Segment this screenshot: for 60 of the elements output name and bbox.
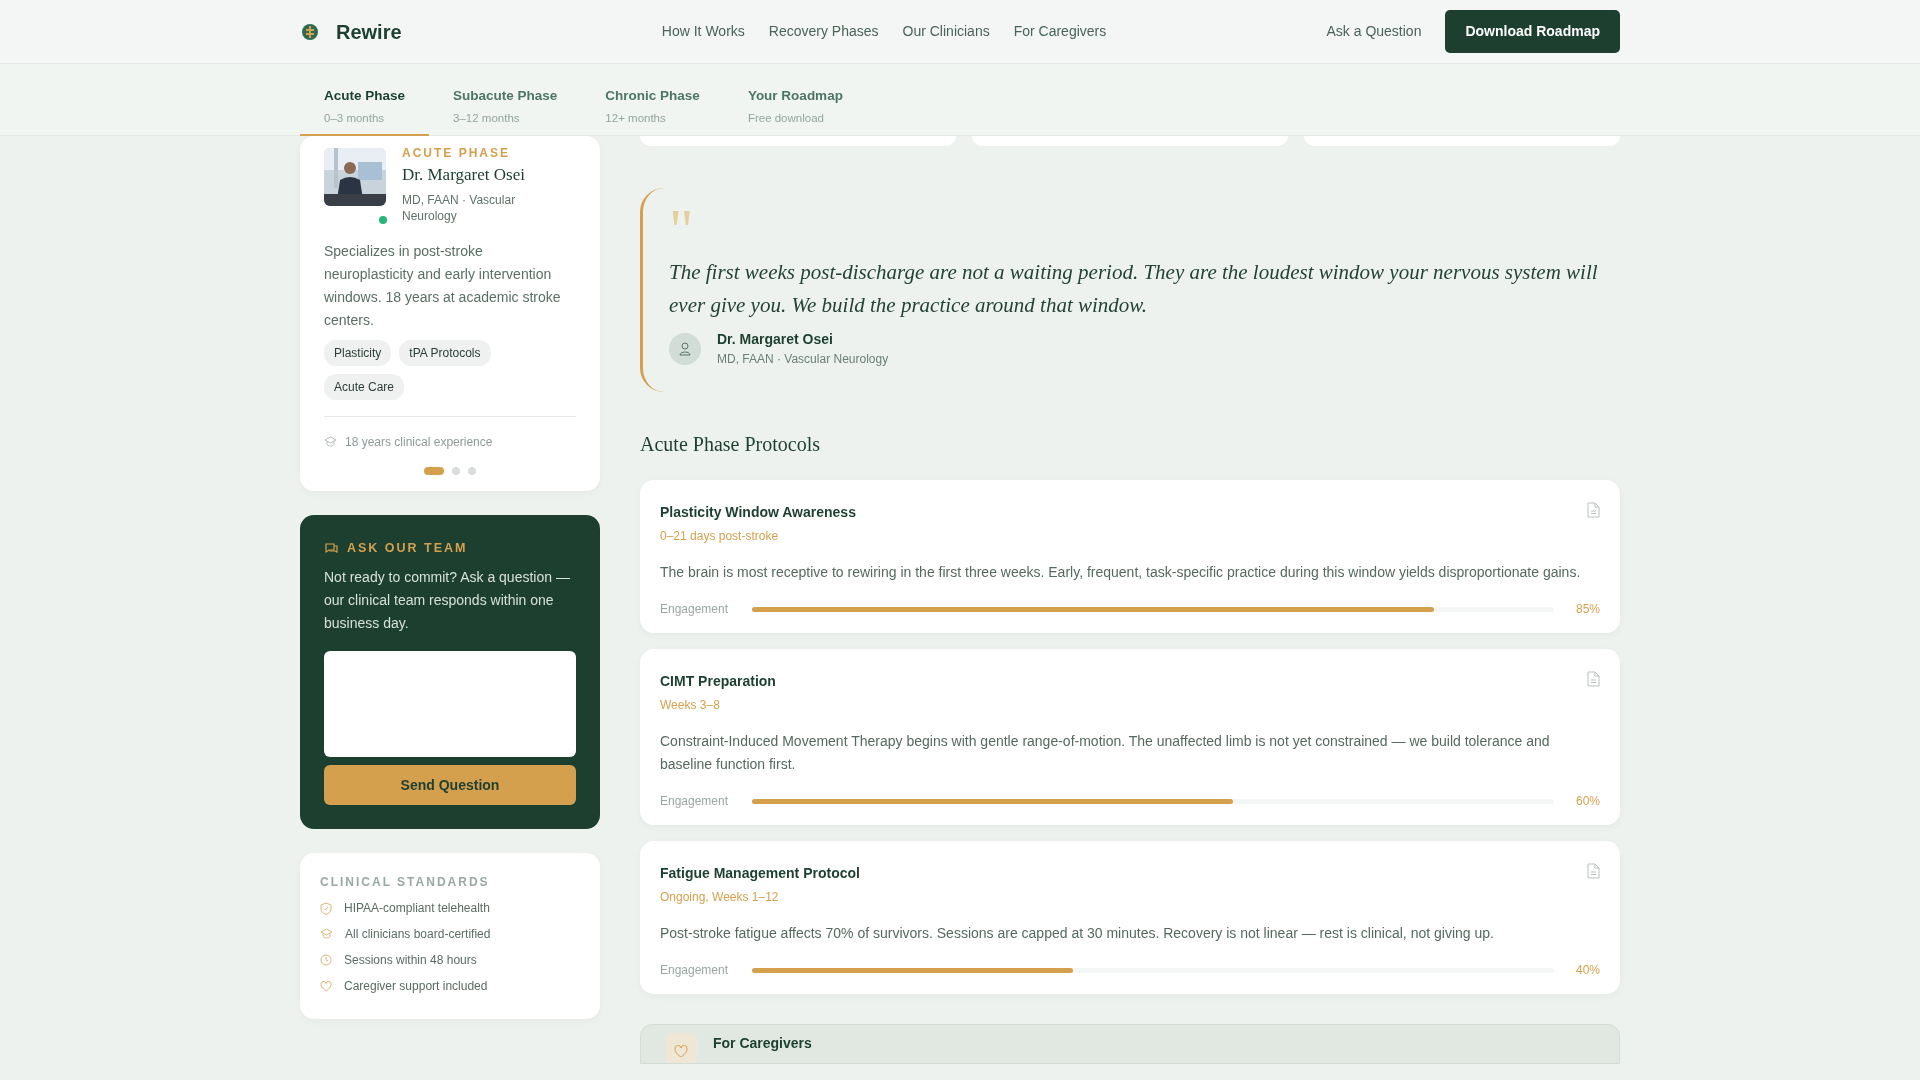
graduation-cap-icon (324, 436, 337, 449)
experience-text: 18 years clinical experience (345, 434, 493, 452)
protocol-title: Plasticity Window Awareness (660, 503, 856, 523)
standard-item: All clinicians board-certified (345, 926, 491, 944)
shield-icon (320, 901, 332, 915)
standard-item: Caregiver support included (344, 978, 488, 996)
metric-label: Engagement (660, 601, 730, 619)
standards-title: CLINICAL STANDARDS (320, 874, 491, 892)
nav-link[interactable]: For Caregivers (1013, 21, 1107, 42)
heart-icon (320, 980, 332, 992)
specialty-tag: Acute Care (324, 374, 405, 401)
graduation-cap-icon (320, 928, 333, 941)
ask-link[interactable]: Ask a Question (1326, 21, 1422, 42)
section-heading: Acute Phase Protocols (640, 432, 821, 457)
nav-link[interactable]: How It Works (661, 21, 745, 42)
progress-reading: 40% (1575, 962, 1600, 980)
protocol-title: CIMT Preparation (660, 672, 776, 692)
document-icon[interactable] (1587, 502, 1600, 519)
brand-logo[interactable]: Rewire (336, 16, 402, 47)
quote-text: The first weeks post-discharge are not a waiting period. They are the loudest window your nervous system will ever give you. We build the practice around that window. (669, 259, 1599, 319)
standard-item: Sessions within 48 hours (344, 952, 477, 970)
ask-title: ASK OUR TEAM (347, 540, 468, 558)
protocol-description: The brain is most receptive to rewiring in the first three weeks. Early, frequent, task-specific practice during this window yields disproportionate gains. (660, 563, 1582, 583)
question-field[interactable] (324, 651, 576, 758)
progress-reading: 60% (1575, 793, 1600, 811)
phase-tab[interactable]: Chronic Phase 12+ months (581, 64, 724, 136)
clock-icon (320, 954, 332, 967)
send-question-button[interactable]: Send Question (324, 765, 576, 806)
quote-mark: " (669, 200, 695, 240)
metric-label: Engagement (660, 962, 730, 980)
phase-tab[interactable]: Your Roadmap Free download (723, 64, 867, 136)
protocol-title: Fatigue Management Protocol (660, 864, 860, 884)
quote-role: MD, FAAN · Vascular Neurology (717, 351, 889, 369)
standard-item: HIPAA-compliant telehealth (344, 900, 490, 918)
quote-author: Dr. Margaret Osei (717, 330, 834, 350)
nav-link[interactable]: Our Clinicians (902, 21, 990, 42)
ask-description: Not ready to commit? Ask a question — our clinical team responds within one business day. (324, 568, 571, 634)
chat-icon (324, 541, 339, 556)
phase-label: ACUTE PHASE (402, 145, 511, 162)
document-icon[interactable] (1587, 863, 1600, 880)
metric-label: Engagement (660, 793, 730, 811)
clinician-credentials: MD, FAAN · Vascular Neurology (402, 191, 517, 224)
protocol-description: Constraint-Induced Movement Therapy begins with gentle range-of-motion. The unaffected limb is not yet constrained — we build tolerance and baseline function first. (660, 732, 1551, 775)
progress-reading: 85% (1575, 601, 1600, 619)
download-button[interactable]: Download Roadmap (1445, 10, 1620, 53)
protocol-timing: 0–21 days post-stroke (660, 528, 780, 546)
protocol-description: Post-stroke fatigue affects 70% of survivors. Sessions are capped at 30 minutes. Recovery is not linear — rest is clinical, not giving up. (660, 924, 1495, 944)
caregivers-title: For Caregivers (713, 1034, 812, 1054)
document-icon[interactable] (1587, 671, 1600, 688)
clinician-bio: Specializes in post-stroke neuroplasticity and early intervention windows. 18 years at academic stroke centers. (324, 241, 562, 331)
nav-link[interactable]: Recovery Phases (768, 21, 879, 42)
specialty-tag: tPA Protocols (399, 340, 491, 367)
carousel-dot[interactable] (468, 467, 476, 476)
logo-icon (300, 21, 320, 42)
clinician-name: Dr. Margaret Osei (402, 164, 526, 186)
phase-tab[interactable]: Subacute Phase 3–12 months (429, 64, 582, 136)
protocol-timing: Ongoing, Weeks 1–12 (660, 889, 780, 907)
specialty-tag: Plasticity (324, 340, 392, 367)
protocol-timing: Weeks 3–8 (660, 697, 721, 715)
carousel-dot[interactable] (452, 467, 460, 476)
